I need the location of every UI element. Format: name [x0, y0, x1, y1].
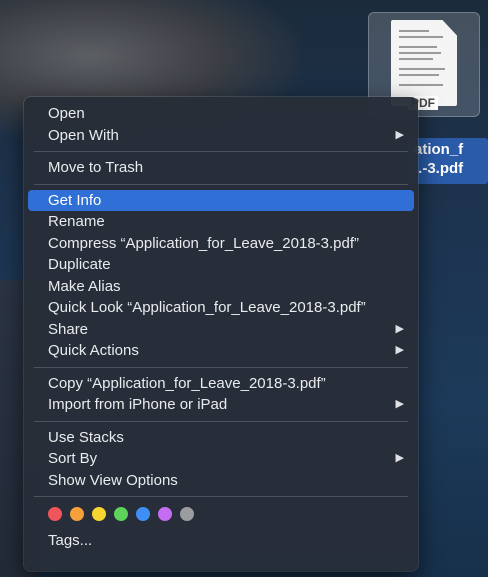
pdf-thumbnail: [391, 20, 457, 106]
menu-item-label: Duplicate: [48, 256, 111, 273]
menu-item-label: Quick Look “Application_for_Leave_2018-3…: [48, 299, 366, 316]
menu-item-duplicate[interactable]: Duplicate: [24, 254, 418, 276]
menu-item-make-alias[interactable]: Make Alias: [24, 276, 418, 298]
menu-item-label: Open: [48, 105, 85, 122]
doc-line: [399, 36, 443, 38]
menu-item-get-info[interactable]: Get Info: [28, 189, 414, 211]
chevron-right-icon: ▶: [395, 344, 404, 356]
doc-line: [399, 46, 437, 48]
menu-item-quick-look[interactable]: Quick Look “Application_for_Leave_2018-3…: [24, 297, 418, 319]
doc-line: [399, 58, 433, 60]
menu-item-tags[interactable]: Tags...: [24, 530, 418, 552]
menu-item-use-stacks[interactable]: Use Stacks: [24, 427, 418, 449]
chevron-right-icon: ▶: [395, 452, 404, 464]
menu-item-copy[interactable]: Copy “Application_for_Leave_2018-3.pdf”: [24, 373, 418, 395]
doc-line: [399, 74, 439, 76]
file-name-line2: ..-3.pdf: [414, 160, 464, 177]
menu-item-label: Rename: [48, 213, 105, 230]
menu-separator: [34, 151, 408, 152]
tag-blue-dot[interactable]: [136, 507, 150, 521]
doc-line: [399, 84, 443, 86]
tag-green-dot[interactable]: [114, 507, 128, 521]
menu-item-label: Compress “Application_for_Leave_2018-3.p…: [48, 234, 360, 252]
chevron-right-icon: ▶: [395, 398, 404, 410]
menu-item-open-with[interactable]: Open With ▶: [24, 125, 418, 147]
menu-item-share[interactable]: Share ▶: [24, 319, 418, 341]
menu-separator: [34, 496, 408, 497]
file-name-line1: ation_f: [414, 141, 464, 158]
menu-item-label: Make Alias: [48, 277, 121, 295]
chevron-right-icon: ▶: [395, 128, 404, 141]
menu-item-open[interactable]: Open: [24, 103, 418, 125]
doc-line: [399, 30, 429, 32]
menu-item-import-from-iphone[interactable]: Import from iPhone or iPad ▶: [24, 394, 418, 416]
menu-item-show-view-options[interactable]: Show View Options: [24, 470, 418, 492]
chevron-right-icon: ▶: [395, 322, 404, 335]
menu-item-label: Tags...: [48, 532, 93, 549]
tag-gray-dot[interactable]: [180, 507, 194, 521]
menu-separator: [34, 183, 408, 185]
tag-red-dot[interactable]: [48, 507, 62, 521]
tag-orange-dot[interactable]: [70, 507, 84, 521]
menu-item-label: Move to Trash: [48, 159, 144, 176]
menu-item-label: Open With: [48, 126, 119, 144]
menu-item-sort-by[interactable]: Sort By ▶: [24, 448, 418, 470]
doc-line: [399, 52, 441, 54]
menu-item-label: Sort By: [48, 450, 98, 467]
doc-line: [399, 68, 445, 70]
file-name-label[interactable]: ation_f ..-3.pdf: [408, 138, 488, 184]
menu-item-label: Use Stacks: [48, 428, 124, 446]
menu-separator: [34, 366, 408, 368]
menu-item-label: Quick Actions: [48, 342, 139, 359]
menu-item-rename[interactable]: Rename: [24, 211, 418, 233]
menu-item-label: Show View Options: [48, 471, 178, 489]
tag-purple-dot[interactable]: [158, 507, 172, 521]
tag-color-row: [24, 502, 418, 526]
tag-yellow-dot[interactable]: [92, 507, 106, 521]
menu-item-compress[interactable]: Compress “Application_for_Leave_2018-3.p…: [24, 233, 418, 255]
context-menu: Open Open With ▶ Move to Trash Get Info R…: [24, 97, 418, 571]
menu-item-label: Share: [48, 320, 89, 338]
menu-item-quick-actions[interactable]: Quick Actions ▶: [24, 340, 418, 362]
menu-item-label: Copy “Application_for_Leave_2018-3.pdf”: [48, 374, 326, 392]
menu-item-move-to-trash[interactable]: Move to Trash: [24, 157, 418, 179]
menu-item-label: Get Info: [48, 191, 102, 209]
menu-item-label: Import from iPhone or iPad: [48, 396, 228, 413]
menu-separator: [34, 420, 408, 422]
